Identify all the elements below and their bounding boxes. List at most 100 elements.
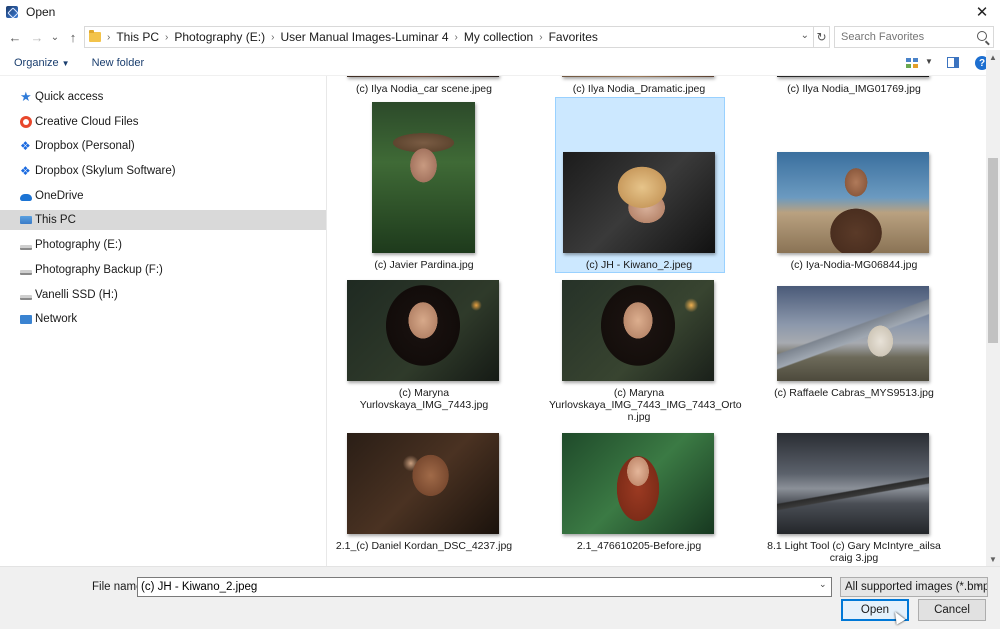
address-bar[interactable]: › This PC › Photography (E:) › User Manu… bbox=[84, 26, 814, 48]
creative-cloud-icon bbox=[20, 116, 32, 128]
file-thumbnail[interactable] bbox=[777, 433, 929, 534]
file-name-line: craig 3.jpg bbox=[829, 552, 879, 564]
file-thumbnail[interactable] bbox=[372, 102, 475, 253]
window-title: Open bbox=[26, 5, 56, 19]
breadcrumb-separator[interactable]: › bbox=[539, 32, 542, 43]
scroll-down-arrow-icon[interactable]: ▼ bbox=[989, 555, 997, 564]
title-bar: Open ✕ bbox=[0, 0, 1000, 24]
breadcrumb-separator[interactable]: › bbox=[271, 32, 274, 43]
search-input[interactable] bbox=[841, 31, 976, 43]
file-type-select[interactable]: All supported images (*.bmp;*.c bbox=[840, 577, 988, 597]
breadcrumb-user-manual[interactable]: User Manual Images-Luminar 4 bbox=[280, 30, 448, 44]
sidebar-item-onedrive[interactable]: OneDrive bbox=[0, 186, 326, 206]
breadcrumb-photography-drive[interactable]: Photography (E:) bbox=[174, 30, 265, 44]
forward-arrow-icon[interactable]: → bbox=[26, 26, 48, 48]
search-icon bbox=[977, 31, 987, 41]
file-name-input[interactable] bbox=[137, 577, 832, 597]
file-grid: (c) Ilya Nodia_car scene.jpeg (c) Ilya N… bbox=[328, 76, 986, 566]
network-icon bbox=[20, 314, 32, 324]
folder-icon bbox=[89, 30, 101, 42]
drive-icon bbox=[20, 294, 32, 300]
onedrive-cloud-icon bbox=[20, 194, 32, 201]
dropbox-icon: ❖ bbox=[20, 139, 31, 153]
breadcrumb-my-collection[interactable]: My collection bbox=[464, 30, 533, 44]
file-name-label[interactable]: (c) Raffaele Cabras_MYS9513.jpg bbox=[764, 387, 944, 399]
file-thumbnail[interactable] bbox=[777, 286, 929, 381]
scrollbar-thumb[interactable] bbox=[988, 158, 998, 343]
sidebar-item-label: Photography (E:) bbox=[35, 239, 122, 251]
file-name-label[interactable]: (c) Maryna Yurlovskaya_IMG_7443_IMG_7443… bbox=[549, 387, 742, 423]
sidebar-item-network[interactable]: Network bbox=[0, 309, 326, 329]
dropbox-icon: ❖ bbox=[20, 164, 31, 178]
file-name-line: (c) Maryna bbox=[613, 387, 665, 399]
sidebar-item-creative-cloud[interactable]: Creative Cloud Files bbox=[0, 112, 326, 132]
view-options-caret-icon[interactable]: ▼ bbox=[925, 57, 933, 66]
cancel-button[interactable]: Cancel bbox=[918, 599, 986, 621]
sidebar-item-label: OneDrive bbox=[35, 190, 84, 202]
close-button[interactable]: ✕ bbox=[964, 0, 1000, 24]
file-thumbnail[interactable] bbox=[347, 76, 499, 77]
breadcrumb-separator[interactable]: › bbox=[455, 32, 458, 43]
file-name-label[interactable]: 8.1 Light Tool (c) Gary McIntyre_ailsa c… bbox=[764, 540, 944, 564]
preview-pane-icon[interactable] bbox=[947, 57, 959, 68]
sidebar-item-label: Creative Cloud Files bbox=[35, 116, 139, 128]
sidebar-item-quick-access[interactable]: ★ Quick access bbox=[0, 87, 326, 107]
sidebar-item-label: Photography Backup (F:) bbox=[35, 264, 163, 276]
search-box[interactable] bbox=[834, 26, 994, 48]
file-thumbnail[interactable] bbox=[562, 433, 714, 534]
file-name-label[interactable]: (c) Ilya Nodia_Dramatic.jpeg bbox=[549, 83, 729, 95]
up-arrow-icon[interactable]: ↑ bbox=[62, 26, 84, 48]
sidebar-item-label: Vanelli SSD (H:) bbox=[35, 289, 118, 301]
file-thumbnail[interactable] bbox=[563, 152, 715, 253]
luminar-app-icon bbox=[6, 6, 18, 18]
file-name-label[interactable]: 2.1_476610205-Before.jpg bbox=[549, 540, 729, 552]
file-name-label[interactable]: (c) Javier Pardina.jpg bbox=[334, 259, 514, 271]
sidebar-item-dropbox-personal[interactable]: ❖ Dropbox (Personal) bbox=[0, 136, 326, 156]
address-dropdown-chevron-icon[interactable]: ⌄ bbox=[801, 30, 809, 41]
sidebar-item-label: Quick access bbox=[35, 91, 104, 103]
caret-down-icon: ▼ bbox=[61, 58, 70, 68]
file-name-line: n.jpg bbox=[627, 411, 651, 423]
file-thumbnail[interactable] bbox=[777, 76, 929, 77]
file-thumbnail[interactable] bbox=[347, 433, 499, 534]
file-name-dropdown-icon[interactable]: ⌄ bbox=[819, 579, 827, 590]
sidebar-item-dropbox-skylum[interactable]: ❖ Dropbox (Skylum Software) bbox=[0, 161, 326, 181]
sidebar-item-photography-drive[interactable]: Photography (E:) bbox=[0, 235, 326, 255]
recent-locations-chevron-icon[interactable]: ⌄ bbox=[48, 26, 62, 48]
refresh-icon[interactable]: ↻ bbox=[814, 26, 830, 48]
file-name-line: 8.1 Light Tool (c) Gary McIntyre_ailsa bbox=[767, 540, 941, 552]
file-name-label[interactable]: (c) Iya-Nodia-MG06844.jpg bbox=[764, 259, 944, 271]
breadcrumb-this-pc[interactable]: This PC bbox=[116, 30, 159, 44]
this-pc-icon bbox=[20, 216, 32, 224]
file-thumbnail[interactable] bbox=[777, 152, 929, 253]
file-type-dropdown-icon[interactable]: ⌄ bbox=[975, 579, 983, 590]
sidebar-item-label: Dropbox (Personal) bbox=[35, 140, 135, 152]
file-name-label[interactable]: 2.1_(c) Daniel Kordan_DSC_4237.jpg bbox=[334, 540, 514, 552]
change-view-icon[interactable] bbox=[906, 58, 918, 68]
file-name-label[interactable]: (c) Maryna Yurlovskaya_IMG_7443.jpg bbox=[334, 387, 514, 411]
vertical-scrollbar[interactable]: ▲ ▼ bbox=[986, 50, 1000, 566]
back-arrow-icon[interactable]: ← bbox=[4, 26, 26, 48]
file-thumbnail[interactable] bbox=[347, 280, 499, 381]
sidebar-item-label: This PC bbox=[35, 214, 76, 226]
breadcrumb-favorites[interactable]: Favorites bbox=[549, 30, 598, 44]
file-name-line: Yurlovskaya_IMG_7443_IMG_7443_Orto bbox=[549, 399, 742, 411]
file-name-label[interactable]: (c) Ilya Nodia_IMG01769.jpg bbox=[764, 83, 944, 95]
file-thumbnail[interactable] bbox=[562, 76, 714, 77]
sidebar-item-this-pc[interactable]: This PC bbox=[0, 210, 326, 230]
sidebar-item-label: Dropbox (Skylum Software) bbox=[35, 165, 176, 177]
file-name-label[interactable]: (c) JH - Kiwano_2.jpeg bbox=[549, 259, 729, 271]
new-folder-button[interactable]: New folder bbox=[92, 57, 145, 69]
breadcrumb-separator: › bbox=[107, 31, 111, 43]
sidebar-item-vanelli-ssd[interactable]: Vanelli SSD (H:) bbox=[0, 285, 326, 305]
breadcrumb-separator[interactable]: › bbox=[165, 32, 168, 43]
file-name-label[interactable]: (c) Ilya Nodia_car scene.jpeg bbox=[334, 83, 514, 95]
drive-icon bbox=[20, 269, 32, 275]
scroll-up-arrow-icon[interactable]: ▲ bbox=[989, 53, 997, 62]
dialog-footer: File name: ⌄ All supported images (*.bmp… bbox=[0, 566, 1000, 629]
organize-label: Organize bbox=[14, 56, 59, 69]
organize-button[interactable]: Organize ▼ bbox=[14, 57, 70, 69]
sidebar-item-photography-backup[interactable]: Photography Backup (F:) bbox=[0, 260, 326, 280]
address-row: ← → ⌄ ↑ › This PC › Photography (E:) › U… bbox=[0, 24, 1000, 50]
file-thumbnail[interactable] bbox=[562, 280, 714, 381]
